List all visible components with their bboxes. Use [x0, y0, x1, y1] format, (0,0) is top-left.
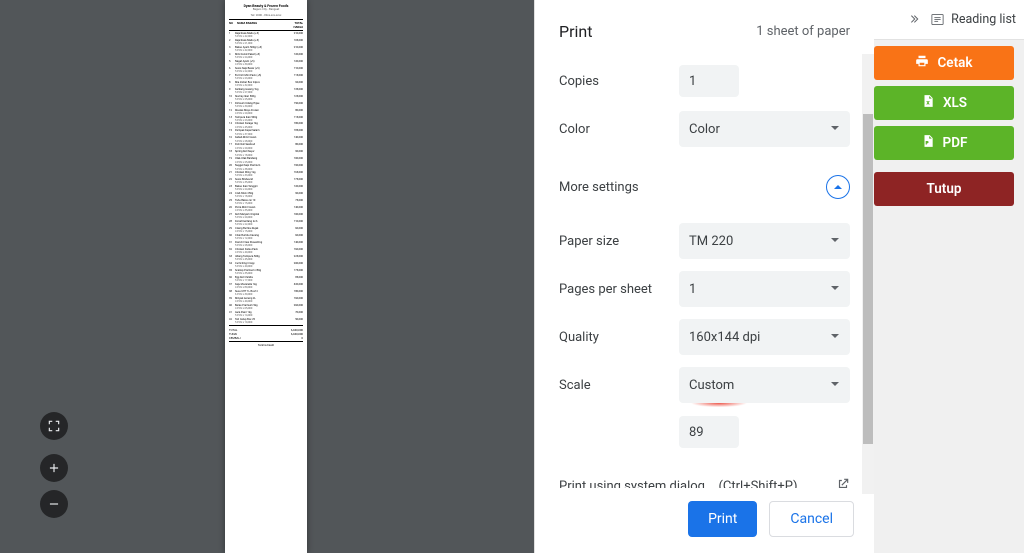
receipt-line: 18Spring Roll Sayur90,0005 PCS x 18,000: [229, 150, 303, 156]
receipt-sub1: Baguio City - Benguet: [229, 8, 303, 11]
cetak-button[interactable]: Cetak: [874, 46, 1014, 80]
scale-label: Scale: [559, 378, 679, 393]
sheet-count: 1 sheet of paper: [756, 24, 850, 39]
zoom-in-button[interactable]: [40, 454, 68, 482]
receipt-line: 10Siomay Ikan 500g125,0005 PCS x 25,000: [229, 95, 303, 101]
receipt-line: 31French Fries Shoestring140,0005 PCS x …: [229, 241, 303, 247]
receipt-line: 27Roti Maryam Original100,0005 PCS x 20,…: [229, 213, 303, 219]
receipt-line: 20Nugget Sapi Premium190,0005 PCS x 38,0…: [229, 164, 303, 170]
scrollbar-thumb[interactable]: [863, 114, 873, 444]
print-preview-pane: Dyan Beauty & Frozen Foods Baguio City -…: [0, 0, 534, 553]
receipt-line: 3Bakso Ayam 500gr (+5)210,0005 PCS x 42,…: [229, 46, 303, 52]
quality-select[interactable]: 160x144 dpi: [679, 319, 850, 355]
receipt-line: 41Gula Pasir 1kg70,0005 PCS x 14,000: [229, 311, 303, 317]
receipt-line: 40Beras Premium 5kg260,0004 PCS x 65,000: [229, 304, 303, 310]
receipt-line: 2Raja Rasa Madu (+5)105,0005 PCS x 21,00…: [229, 39, 303, 45]
system-dialog-link[interactable]: Print using system dialog... (Ctrl+Shift…: [535, 459, 864, 488]
receipt-line: 17Fish Roll Seafood80,0004 PCS x 20,000: [229, 143, 303, 149]
receipt-line: 13Tempura Ikan 500g115,0005 PCS x 23,000: [229, 116, 303, 122]
print-button[interactable]: Print: [688, 501, 757, 537]
chevron-down-icon: [830, 234, 840, 249]
receipt-line: 42Teh Celup Box 2550,0005 PCS x 10,000: [229, 318, 303, 324]
chevron-down-icon: [830, 282, 840, 297]
print-title: Print: [559, 22, 592, 41]
copies-label: Copies: [559, 74, 679, 89]
receipt-line: 19Otak-Otak Bandeng100,0004 PCS x 25,000: [229, 157, 303, 163]
receipt-line: 29Cireng Bumbu Rujak60,0004 PCS x 15,000: [229, 227, 303, 233]
paper-size-select[interactable]: TM 220: [679, 223, 850, 259]
cancel-button[interactable]: Cancel: [769, 501, 854, 537]
file-pdf-icon: [921, 134, 935, 152]
receipt-line: 39Minyak Goreng 2L160,0004 PCS x 40,000: [229, 297, 303, 303]
col-item: NAMA BARANG: [237, 21, 283, 29]
receipt-line: 5Naget Ayam (+5)120,0004 PCS x 30,000: [229, 60, 303, 66]
receipt-line: 15Pempek Kapal Selam185,0005 PCS x 37,00…: [229, 129, 303, 135]
pages-per-sheet-label: Pages per sheet: [559, 282, 679, 297]
color-select[interactable]: Color: [679, 111, 850, 147]
receipt-sub2: Tel: 2000 - 09xx-xxx-xxxx: [229, 14, 303, 17]
receipt-line: 21Chicken Wing 1kg165,0005 PCS x 33,000: [229, 171, 303, 177]
receipt-line: 16Kebab Mini Frozen140,0005 PCS x 28,000: [229, 136, 303, 142]
receipt-line: 26Pizza Mini Frozen140,0004 PCS x 35,000: [229, 206, 303, 212]
receipt-line: 36Egg Roll Vanilla85,0005 PCS x 17,000: [229, 276, 303, 282]
annotation-underline: [687, 403, 850, 411]
receipt-line: 14Chicken Karage 1kg180,0004 PCS x 45,00…: [229, 122, 303, 128]
receipt-line: 30Cilok Bumbu Kacang60,0005 PCS x 12,000: [229, 234, 303, 240]
fit-to-page-button[interactable]: [40, 412, 68, 440]
scrollbar[interactable]: [862, 54, 874, 494]
scale-select[interactable]: Custom: [679, 367, 850, 403]
color-label: Color: [559, 122, 679, 137]
tutup-button[interactable]: Tutup: [874, 172, 1014, 206]
receipt-line: 9Kentang Goreng 1kg135,0005 PCS x 27,000: [229, 88, 303, 94]
receipt-line: 11Dimsum Udang Hijau150,0005 PCS x 30,00…: [229, 102, 303, 108]
receipt-line: 32Chicken Katsu Pack160,0004 PCS x 40,00…: [229, 248, 303, 254]
open-external-icon: [836, 477, 850, 488]
receipt-line: 38Susu UHT 1L Box12180,0006 PCS x 30,000: [229, 290, 303, 296]
printer-icon: [915, 54, 929, 72]
preview-page: Dyan Beauty & Frozen Foods Baguio City -…: [225, 0, 307, 553]
scale-number-input[interactable]: [679, 416, 739, 448]
toolbar-overflow: Reading list: [874, 0, 1024, 40]
receipt-line: 12Risoles Mayo Frozen80,0004 PCS x 20,00…: [229, 109, 303, 115]
receipt-line: 28Donat Kentang Isi 6110,0005 PCS x 22,0…: [229, 220, 303, 226]
settings-scroll[interactable]: Copies Color Color More settings: [535, 51, 874, 488]
receipt-line: 34Cumi Ring Crispy200,0005 PCS x 40,000: [229, 262, 303, 268]
pdf-button[interactable]: PDF: [874, 126, 1014, 160]
browser-right-strip: Reading list Cetak XLS PDF Tutup: [874, 0, 1024, 553]
chevron-down-icon: [830, 122, 840, 137]
chevron-down-icon: [830, 330, 840, 345]
file-xls-icon: [921, 94, 935, 112]
receipt-line: 7Es Krim Mini Pack (+5)115,0005 PCS x 23…: [229, 74, 303, 80]
print-settings-panel: Print 1 sheet of paper Copies Color Colo…: [534, 0, 874, 553]
col-no: NO: [229, 21, 235, 29]
quality-label: Quality: [559, 330, 679, 345]
col-total: TOTAL HARGA: [285, 21, 303, 29]
xls-button[interactable]: XLS: [874, 86, 1014, 120]
chevron-down-icon: [830, 378, 840, 393]
more-settings-toggle[interactable]: More settings: [535, 153, 864, 217]
receipt-line: 37Keju Mozarella 1kg320,0004 PCS x 80,00…: [229, 283, 303, 289]
receipt-line: 6Sosis Sapi Besar (+5)110,0005 PCS x 22,…: [229, 67, 303, 73]
receipt-line: 35Scallop Premium 250g175,0005 PCS x 35,…: [229, 269, 303, 275]
pages-per-sheet-select[interactable]: 1: [679, 271, 850, 307]
receipt-line: 4Mini Donat Paket (+5)120,0005 PCS x 24,…: [229, 53, 303, 59]
copies-input[interactable]: [679, 65, 739, 97]
receipt-line: 25Tahu Bakso Isi 1075,0005 PCS x 15,000: [229, 199, 303, 205]
receipt-line: 24Crab Stick 250g90,0005 PCS x 18,000: [229, 192, 303, 198]
receipt-line: 23Bakso Ikan Tenggiri120,0005 PCS x 24,0…: [229, 185, 303, 191]
receipt-line: 33Udang Tempura 500g225,0005 PCS x 45,00…: [229, 255, 303, 261]
receipt-line: 22Sosis Bratwurst175,0005 PCS x 35,000: [229, 178, 303, 184]
toolbar-overflow-button[interactable]: [908, 10, 920, 29]
receipt-line: 8Mie Instan Box 24pcs96,0003 PCS x 32,00…: [229, 81, 303, 87]
paper-size-label: Paper size: [559, 234, 679, 249]
reading-list-button[interactable]: Reading list: [930, 12, 1016, 27]
zoom-out-button[interactable]: [40, 490, 68, 518]
receipt-line: 1Raja Rasa Madu (+5)210,0005 PCS x 42,00…: [229, 32, 303, 38]
chevron-up-icon: [826, 175, 850, 199]
